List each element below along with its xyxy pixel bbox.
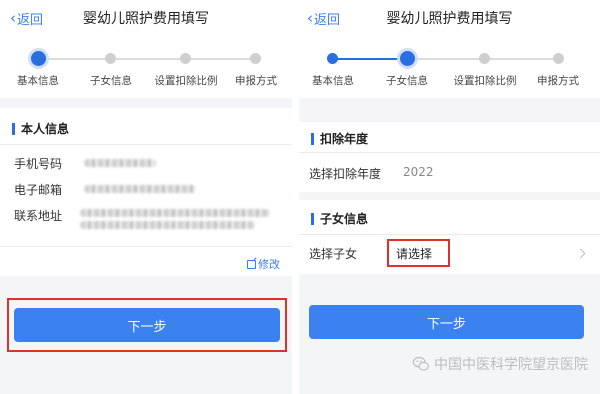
year-label: 选择扣除年度 — [309, 167, 382, 181]
email-label: 电子邮箱 — [14, 183, 63, 197]
child-label: 选择子女 — [309, 247, 358, 261]
next-button[interactable]: 下一步 — [14, 308, 280, 342]
section-accent-bar — [311, 212, 314, 225]
email-value-redacted — [84, 185, 196, 193]
divider — [299, 152, 600, 153]
top-bar: ‹ 返回 婴幼儿照护费用填写 — [0, 0, 292, 38]
address-value-redacted-line1 — [80, 209, 270, 217]
watermark: 中国中医科学院望京医院 — [412, 354, 588, 374]
deduction-year-card: 扣除年度 选择扣除年度 2022 — [299, 122, 600, 192]
step-label-4: 申报方式 — [235, 75, 277, 87]
step-indicator: 基本信息 子女信息 设置扣除比例 申报方式 — [0, 38, 292, 98]
top-bar: ‹ 返回 婴幼儿照护费用填写 — [299, 0, 600, 38]
step-label-1: 基本信息 — [17, 75, 59, 87]
page-title: 婴幼儿照护费用填写 — [386, 11, 513, 27]
step-dot-4 — [250, 53, 261, 64]
section-accent-bar — [311, 132, 314, 145]
step-dot-3 — [479, 53, 490, 64]
step-dot-4 — [553, 53, 564, 64]
step-label-3: 设置扣除比例 — [154, 75, 218, 87]
child-info-card: 子女信息 选择子女 请选择 — [299, 200, 600, 274]
section-title: 扣除年度 — [320, 132, 369, 146]
step-track — [38, 58, 254, 60]
divider — [0, 246, 292, 247]
next-button[interactable]: 下一步 — [309, 305, 584, 339]
step-label-4: 申报方式 — [537, 75, 579, 87]
section-accent-bar — [12, 122, 15, 135]
step-dot-1 — [31, 51, 46, 66]
edit-label: 修改 — [258, 258, 280, 271]
step-dot-2 — [400, 51, 415, 66]
chevron-right-icon — [575, 248, 586, 259]
divider — [0, 144, 292, 145]
section-header: 子女信息 — [311, 210, 368, 227]
step-label-2: 子女信息 — [386, 75, 428, 87]
phone-value-redacted — [84, 159, 156, 167]
phone-label: 手机号码 — [14, 157, 63, 171]
edit-icon — [247, 259, 256, 269]
address-value-redacted-line2 — [80, 221, 255, 229]
section-header: 扣除年度 — [311, 130, 368, 147]
divider — [292, 0, 299, 394]
step-label-3: 设置扣除比例 — [453, 75, 517, 87]
step-label-2: 子女信息 — [90, 75, 132, 87]
section-header: 本人信息 — [12, 120, 69, 137]
wechat-icon — [412, 356, 429, 371]
step-label-1: 基本信息 — [312, 75, 354, 87]
edit-button[interactable]: 修改 — [247, 256, 280, 272]
left-screen: ‹ 返回 婴幼儿照护费用填写 基本信息 子女信息 设置扣除比例 申报方式 本人信… — [0, 0, 292, 394]
page-title: 婴幼儿照护费用填写 — [83, 11, 209, 27]
section-title: 本人信息 — [21, 122, 70, 136]
address-label: 联系地址 — [14, 209, 63, 223]
year-value[interactable]: 2022 — [403, 165, 434, 179]
step-indicator: 基本信息 子女信息 设置扣除比例 申报方式 — [299, 38, 600, 98]
watermark-text: 中国中医科学院望京医院 — [434, 357, 588, 373]
step-dot-2 — [105, 53, 116, 64]
personal-info-card: 本人信息 手机号码 电子邮箱 联系地址 修改 — [0, 108, 292, 276]
step-dot-3 — [180, 53, 191, 64]
section-title: 子女信息 — [320, 212, 369, 226]
right-screen: ‹ 返回 婴幼儿照护费用填写 基本信息 子女信息 设置扣除比例 申报方式 扣除年… — [299, 0, 600, 394]
select-child-row[interactable]: 选择子女 请选择 — [299, 235, 600, 273]
step-dot-1 — [327, 53, 338, 64]
child-select-value[interactable]: 请选择 — [396, 245, 432, 262]
step-track-done — [333, 58, 407, 60]
